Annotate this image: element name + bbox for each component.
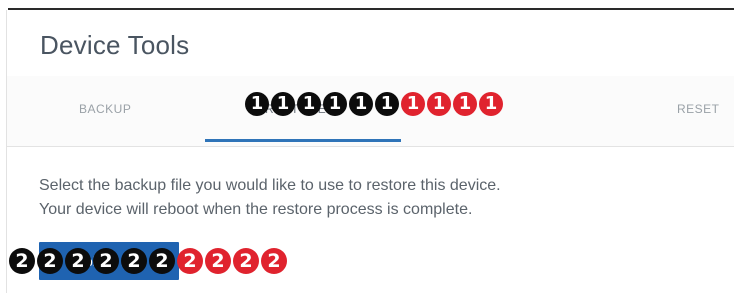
annotation-marker: 2 bbox=[93, 248, 119, 274]
annotation-marker: 2 bbox=[65, 248, 91, 274]
annotation-marker: 2 bbox=[233, 248, 259, 274]
restore-description: Select the backup file you would like to… bbox=[39, 174, 501, 222]
annotation-marker: 2 bbox=[37, 248, 63, 274]
annotation-marker: 1 bbox=[245, 92, 269, 116]
tab-backup[interactable]: BACKUP bbox=[79, 102, 131, 116]
annotation-marker: 1 bbox=[453, 92, 477, 116]
restore-description-line-1: Select the backup file you would like to… bbox=[39, 177, 501, 194]
annotation-marker: 1 bbox=[427, 92, 451, 116]
annotation-marker: 2 bbox=[205, 248, 231, 274]
annotation-marker: 2 bbox=[261, 248, 287, 274]
device-tools-frame: Device Tools BACKUP RESTORE RESET 1 1 1 … bbox=[0, 0, 734, 293]
annotation-markers-group-2: 2 2 2 2 2 2 2 2 2 2 bbox=[9, 248, 287, 274]
annotation-marker: 2 bbox=[149, 248, 175, 274]
active-tab-indicator bbox=[205, 139, 401, 142]
annotation-marker: 1 bbox=[479, 92, 503, 116]
annotation-marker: 1 bbox=[349, 92, 373, 116]
annotation-marker: 2 bbox=[9, 248, 35, 274]
annotation-marker: 1 bbox=[401, 92, 425, 116]
tab-bar: BACKUP RESTORE RESET 1 1 1 1 1 1 1 1 1 1 bbox=[7, 76, 734, 147]
annotation-marker: 1 bbox=[297, 92, 321, 116]
annotation-marker: 2 bbox=[121, 248, 147, 274]
tab-reset[interactable]: RESET bbox=[677, 102, 720, 116]
annotation-marker: 2 bbox=[177, 248, 203, 274]
annotation-marker: 1 bbox=[375, 92, 399, 116]
device-tools-card: Device Tools BACKUP RESTORE RESET 1 1 1 … bbox=[6, 10, 734, 293]
annotation-marker: 1 bbox=[323, 92, 347, 116]
annotation-markers-group-1: 1 1 1 1 1 1 1 1 1 1 bbox=[245, 92, 503, 116]
card-header: Device Tools bbox=[7, 10, 734, 77]
page-title: Device Tools bbox=[40, 30, 190, 60]
restore-description-line-2: Your device will reboot when the restore… bbox=[39, 201, 473, 218]
annotation-marker: 1 bbox=[271, 92, 295, 116]
